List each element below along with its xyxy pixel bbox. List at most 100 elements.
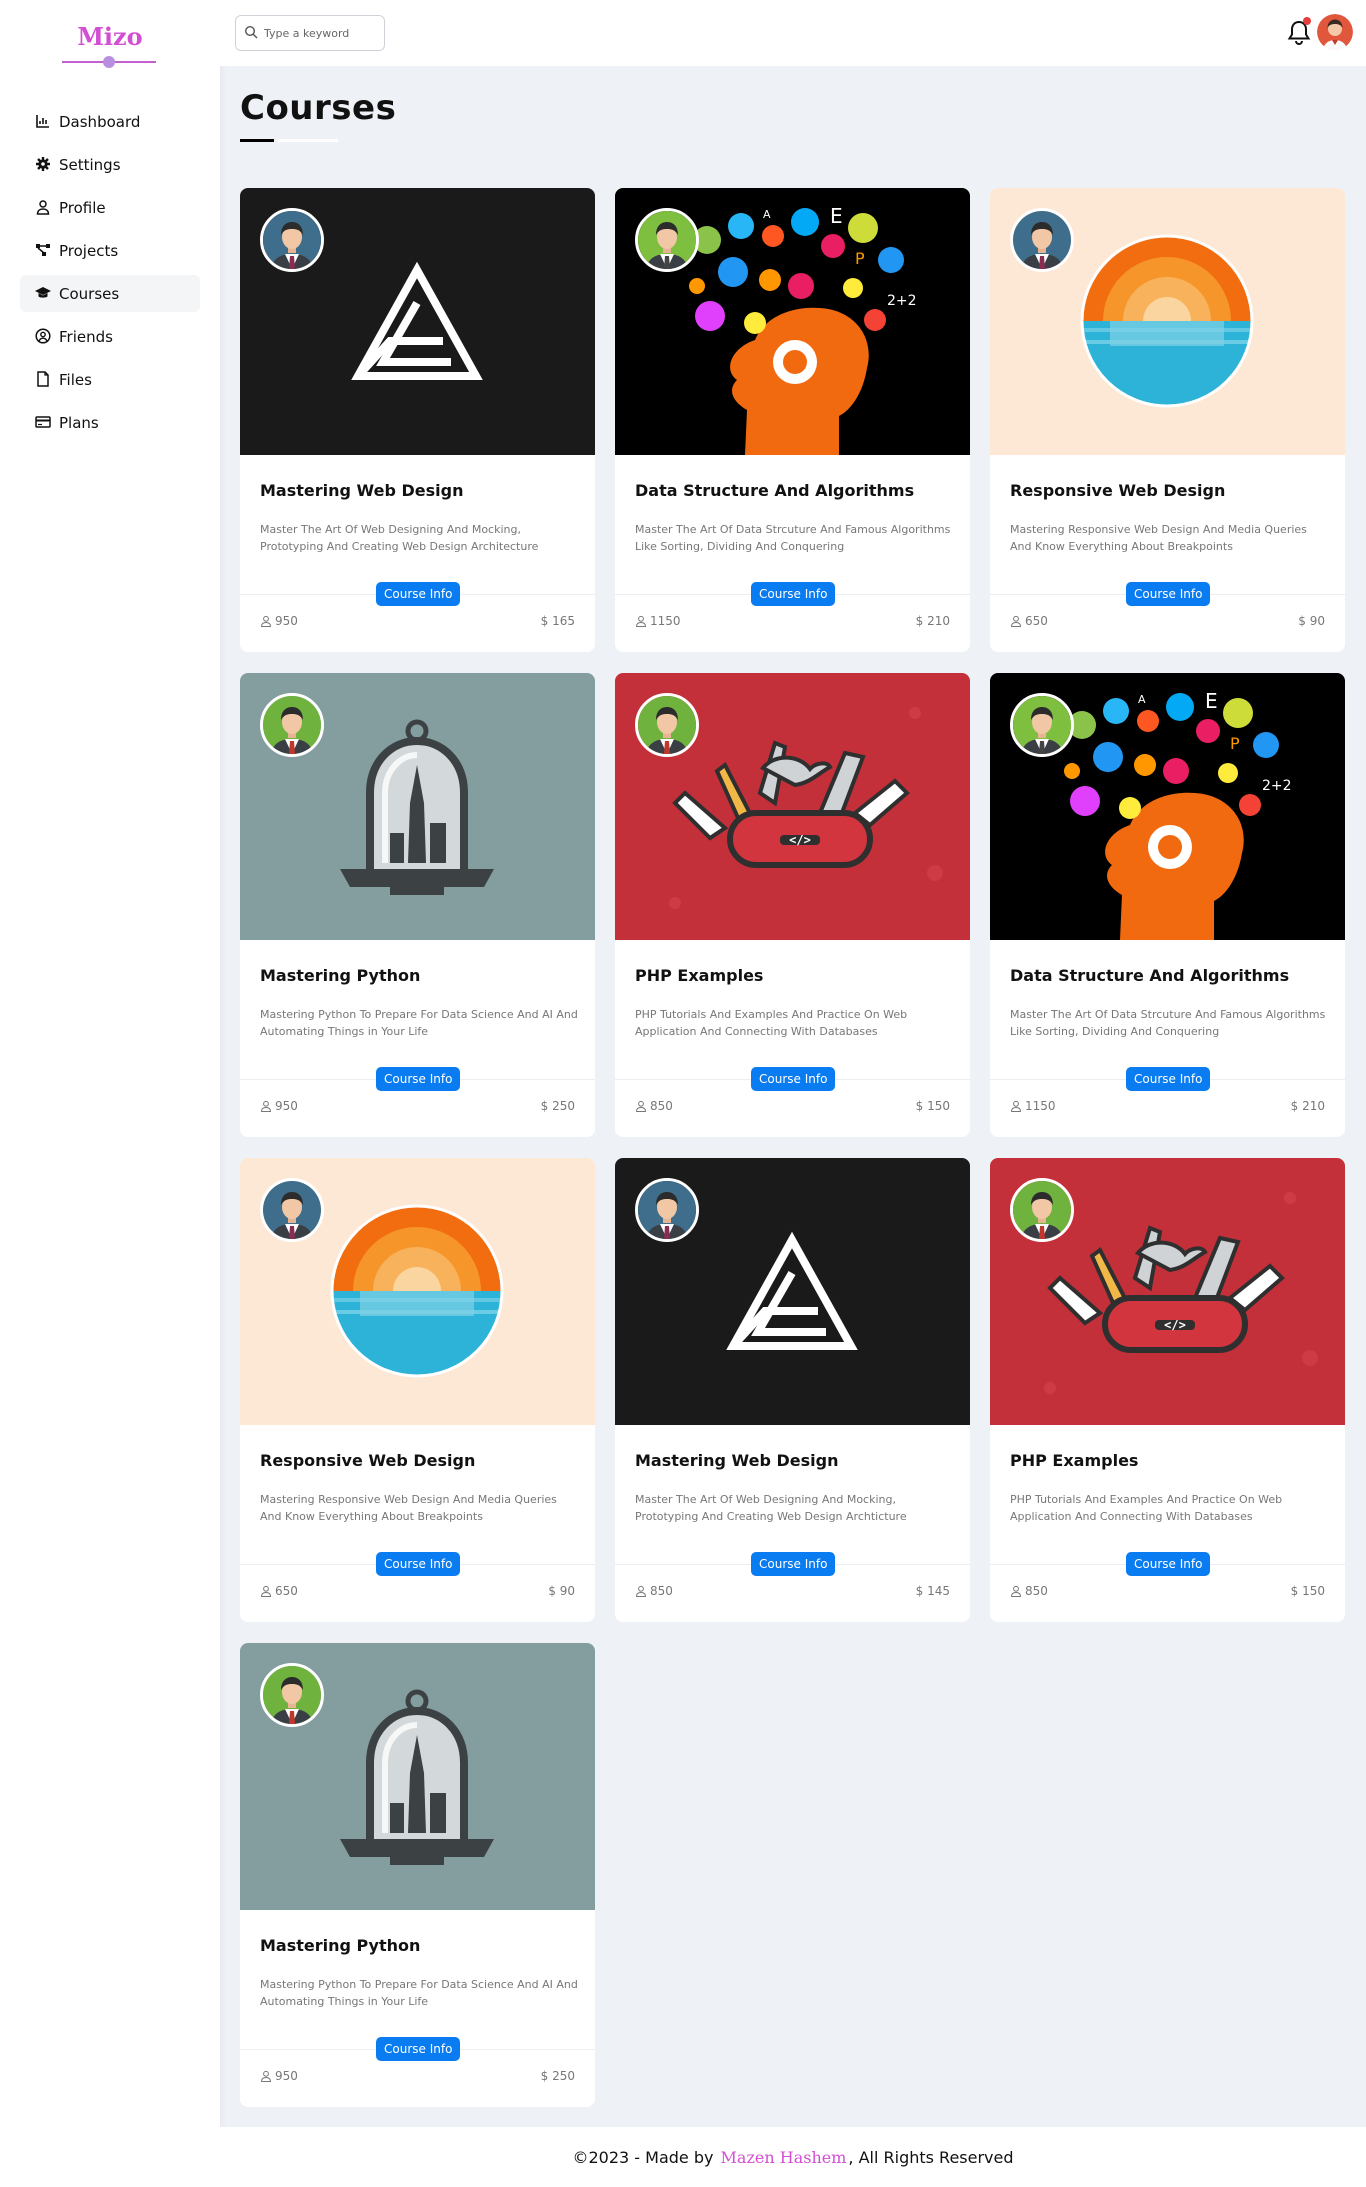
course-price: $ 165 xyxy=(540,614,575,628)
notification-dot xyxy=(1303,17,1311,25)
students-value: 650 xyxy=(1025,614,1048,628)
course-title: PHP Examples xyxy=(635,966,764,985)
course-info-button[interactable]: Course Info xyxy=(751,1067,836,1091)
svg-text:P: P xyxy=(855,249,865,268)
sidebar-item-courses[interactable]: Courses xyxy=(20,275,200,312)
course-footer: 950 $ 165 xyxy=(260,614,575,628)
course-info-button[interactable]: Course Info xyxy=(1126,582,1211,606)
students-count: 950 xyxy=(260,2069,298,2083)
sidebar-item-label: Dashboard xyxy=(59,112,141,131)
sidebar-item-friends[interactable]: Friends xyxy=(20,318,200,355)
site-footer: ©2023 - Made by Mazen Hashem, All Rights… xyxy=(220,2127,1366,2187)
course-image: </> xyxy=(615,673,970,940)
course-image: </> xyxy=(990,1158,1345,1425)
sidebar-item-label: Plans xyxy=(59,413,99,432)
instructor-avatar xyxy=(635,208,699,272)
course-footer: 850 $ 145 xyxy=(635,1584,950,1598)
course-info-button[interactable]: Course Info xyxy=(376,1552,461,1576)
students-count: 1150 xyxy=(1010,1099,1056,1113)
students-count: 650 xyxy=(260,1584,298,1598)
course-image: E A 2+2 P xyxy=(615,188,970,455)
instructor-avatar xyxy=(260,1178,324,1242)
svg-text:</>: </> xyxy=(1164,1318,1186,1332)
course-image: E A 2+2 P xyxy=(990,673,1345,940)
course-price: $ 210 xyxy=(1290,1099,1325,1113)
students-value: 950 xyxy=(275,2069,298,2083)
students-value: 850 xyxy=(650,1584,673,1598)
user-icon xyxy=(260,615,272,627)
course-image xyxy=(615,1158,970,1425)
course-footer: 1150 $ 210 xyxy=(635,614,950,628)
students-value: 950 xyxy=(275,1099,298,1113)
chart-icon xyxy=(35,113,53,131)
search-input[interactable] xyxy=(264,26,374,40)
user-icon xyxy=(635,1100,647,1112)
course-footer: 850 $ 150 xyxy=(1010,1584,1325,1598)
user-icon xyxy=(260,1100,272,1112)
sidebar-item-profile[interactable]: Profile xyxy=(20,189,200,226)
course-price: $ 150 xyxy=(1290,1584,1325,1598)
sidebar-item-label: Files xyxy=(59,370,92,389)
title-underline xyxy=(240,139,274,142)
students-count: 850 xyxy=(635,1099,673,1113)
user-icon xyxy=(1010,615,1022,627)
top-header xyxy=(220,0,1366,66)
students-value: 850 xyxy=(1025,1584,1048,1598)
svg-text:E: E xyxy=(1205,689,1218,713)
students-count: 1150 xyxy=(635,614,681,628)
sidebar-item-label: Projects xyxy=(59,241,119,260)
course-description: Master The Art Of Web Designing And Mock… xyxy=(635,1493,907,1523)
course-description: Master The Art Of Data Strcuture And Fam… xyxy=(635,523,951,553)
course-info-button[interactable]: Course Info xyxy=(376,582,461,606)
course-image xyxy=(240,1643,595,1910)
course-info-button[interactable]: Course Info xyxy=(1126,1067,1211,1091)
course-title: Data Structure And Algorithms xyxy=(635,481,915,500)
instructor-avatar xyxy=(260,1663,324,1727)
course-footer: 950 $ 250 xyxy=(260,1099,575,1113)
user-icon xyxy=(35,199,53,217)
user-icon xyxy=(260,2070,272,2082)
footer-suffix: , All Rights Reserved xyxy=(848,2147,1014,2167)
sidebar-item-plans[interactable]: Plans xyxy=(20,404,200,441)
students-count: 950 xyxy=(260,614,298,628)
sidebar-nav: Dashboard Settings Profile Projects Cour… xyxy=(20,103,200,447)
course-price: $ 150 xyxy=(915,1099,950,1113)
sidebar-item-dashboard[interactable]: Dashboard xyxy=(20,103,200,140)
course-image xyxy=(990,188,1345,455)
user-avatar[interactable] xyxy=(1317,14,1353,50)
course-card: Responsive Web Design Mastering Responsi… xyxy=(240,1158,595,1622)
course-card: Mastering Web Design Master The Art Of W… xyxy=(615,1158,970,1622)
svg-text:A: A xyxy=(1138,693,1146,706)
sidebar-item-label: Settings xyxy=(59,155,121,174)
sidebar-item-settings[interactable]: Settings xyxy=(20,146,200,183)
students-count: 650 xyxy=(1010,614,1048,628)
brand-logo[interactable]: Mizo xyxy=(0,22,220,51)
svg-text:2+2: 2+2 xyxy=(887,293,917,309)
course-description: PHP Tutorials And Examples And Practice … xyxy=(635,1008,908,1038)
course-title: Responsive Web Design xyxy=(260,1451,476,1470)
footer-prefix: ©2023 - Made by xyxy=(572,2147,714,2167)
course-info-button[interactable]: Course Info xyxy=(751,1552,836,1576)
students-value: 950 xyxy=(275,614,298,628)
sidebar-item-projects[interactable]: Projects xyxy=(20,232,200,269)
students-count: 850 xyxy=(1010,1584,1048,1598)
course-footer: 950 $ 250 xyxy=(260,2069,575,2083)
sidebar-item-files[interactable]: Files xyxy=(20,361,200,398)
course-card: E A 2+2 P Data Structure And Algorithms … xyxy=(990,673,1345,1137)
course-footer: 1150 $ 210 xyxy=(1010,1099,1325,1113)
course-info-button[interactable]: Course Info xyxy=(751,582,836,606)
course-footer: 650 $ 90 xyxy=(260,1584,575,1598)
user-icon xyxy=(635,1585,647,1597)
courses-grid: Mastering Web Design Master The Art Of W… xyxy=(240,188,1346,2107)
course-info-button[interactable]: Course Info xyxy=(376,1067,461,1091)
course-image xyxy=(240,673,595,940)
course-card: Mastering Web Design Master The Art Of W… xyxy=(240,188,595,652)
sidebar-item-label: Friends xyxy=(59,327,113,346)
course-info-button[interactable]: Course Info xyxy=(376,2037,461,2061)
search-box[interactable] xyxy=(235,15,385,51)
user-icon xyxy=(1010,1100,1022,1112)
course-info-button[interactable]: Course Info xyxy=(1126,1552,1211,1576)
course-title: Mastering Web Design xyxy=(260,481,464,500)
course-image xyxy=(240,188,595,455)
footer-author[interactable]: Mazen Hashem xyxy=(721,2148,847,2167)
